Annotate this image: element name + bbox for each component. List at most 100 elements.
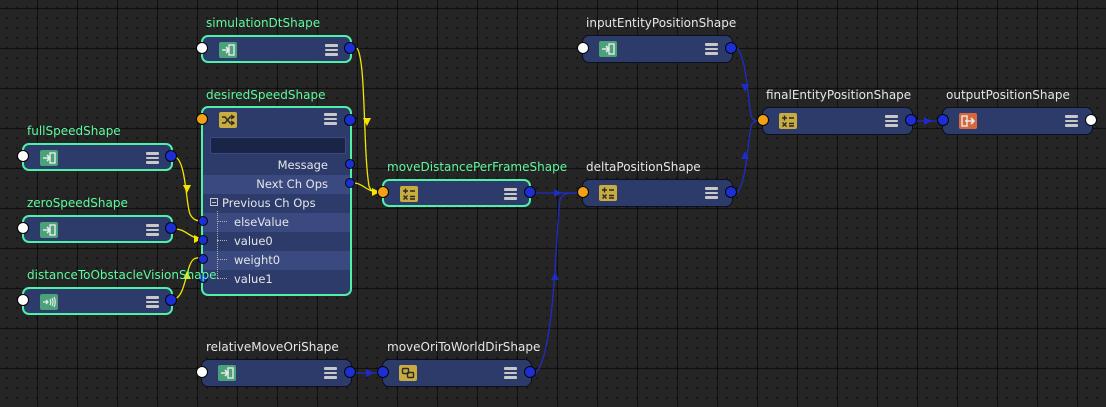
wire-simulationDt-to-moveDistance xyxy=(356,47,381,193)
shuffle-icon xyxy=(219,112,237,128)
node-menu-icon[interactable] xyxy=(1065,115,1078,127)
output-port[interactable] xyxy=(165,150,177,162)
node-menu-icon[interactable] xyxy=(146,152,159,164)
output-port[interactable] xyxy=(524,366,536,378)
attr-weight0-label: weight0 xyxy=(234,253,281,267)
node-text-field[interactable] xyxy=(210,137,346,154)
arrow-yellow-1 xyxy=(363,118,371,126)
arrow-yellow-3 xyxy=(183,185,191,193)
weight0-port[interactable] xyxy=(198,254,208,264)
input-arrow-icon xyxy=(219,42,237,58)
sensor-waves-icon xyxy=(40,294,58,310)
input-port[interactable] xyxy=(17,150,29,162)
node-title-zeroSpeed: zeroSpeedShape xyxy=(27,196,128,210)
node-menu-icon[interactable] xyxy=(146,224,159,236)
attr-value0-label: value0 xyxy=(234,234,273,248)
output-port[interactable] xyxy=(344,114,356,126)
node-menu-icon[interactable] xyxy=(146,296,159,308)
input-port[interactable] xyxy=(577,42,589,54)
tree-branch xyxy=(217,259,227,261)
node-title-moveOriToWorldDir: moveOriToWorldDirShape xyxy=(387,340,541,354)
tree-branch xyxy=(217,278,227,280)
output-port[interactable] xyxy=(165,294,177,306)
node-menu-icon[interactable] xyxy=(325,44,338,56)
arrow-blue-1 xyxy=(554,189,562,197)
output-port[interactable] xyxy=(905,114,917,126)
arrow-blue-3 xyxy=(366,369,374,377)
node-deltaPosition[interactable] xyxy=(582,179,733,207)
node-title-deltaPosition: deltaPositionShape xyxy=(586,160,701,174)
node-distanceToObstacle[interactable] xyxy=(22,287,173,315)
node-menu-icon[interactable] xyxy=(705,187,718,199)
node-graph-editor[interactable]: simulationDtShape desiredSpeedShape Mess… xyxy=(0,0,1106,407)
node-menu-icon[interactable] xyxy=(504,367,517,379)
input-port[interactable] xyxy=(17,222,29,234)
arrow-blue-6 xyxy=(924,117,932,125)
output-port[interactable] xyxy=(524,186,536,198)
output-port[interactable] xyxy=(344,366,356,378)
tree-branch xyxy=(217,221,227,223)
node-menu-icon[interactable] xyxy=(324,113,337,125)
wire-moveOriToWorld-to-deltaPosition xyxy=(535,192,581,374)
node-moveDistancePerFrame[interactable] xyxy=(382,179,531,207)
attr-next-ch-ops: Next Ch Ops xyxy=(203,175,350,194)
node-menu-icon[interactable] xyxy=(324,367,337,379)
input-port[interactable] xyxy=(577,186,589,198)
node-inputEntityPosition[interactable] xyxy=(582,35,733,63)
attr-previous-ch-ops-label: Previous Ch Ops xyxy=(222,196,316,210)
input-port[interactable] xyxy=(196,42,208,54)
node-desiredSpeed[interactable]: Message Next Ch Ops Previous Ch Ops else… xyxy=(201,106,352,296)
node-simulationDt[interactable] xyxy=(201,35,352,63)
input-arrow-icon xyxy=(218,365,236,381)
node-header[interactable] xyxy=(203,108,350,134)
collapse-toggle-icon[interactable] xyxy=(210,198,218,206)
elseValue-port[interactable] xyxy=(198,216,208,226)
arrow-blue-5 xyxy=(741,151,749,159)
connection-wires xyxy=(174,47,940,377)
attr-message-label: Message xyxy=(277,158,328,172)
node-title-relativeMoveOri: relativeMoveOriShape xyxy=(206,340,339,354)
math-operator-icon xyxy=(599,185,617,201)
input-arrow-icon xyxy=(40,222,58,238)
node-menu-icon[interactable] xyxy=(885,115,898,127)
message-port[interactable] xyxy=(345,159,355,169)
output-port[interactable] xyxy=(165,222,177,234)
node-outputPosition[interactable] xyxy=(942,107,1093,135)
arrow-blue-2 xyxy=(551,272,559,280)
tree-branch xyxy=(217,240,227,242)
input-port[interactable] xyxy=(377,186,389,198)
node-title-desiredSpeed: desiredSpeedShape xyxy=(206,88,326,102)
input-port[interactable] xyxy=(17,294,29,306)
node-relativeMoveOri[interactable] xyxy=(201,359,352,387)
node-moveOriToWorldDir[interactable] xyxy=(382,359,532,387)
input-port[interactable] xyxy=(196,366,208,378)
input-port[interactable] xyxy=(757,114,769,126)
node-title-fullSpeed: fullSpeedShape xyxy=(27,124,121,138)
attr-message: Message xyxy=(203,156,350,175)
output-port[interactable] xyxy=(725,42,737,54)
node-title-moveDistancePerFrame: moveDistancePerFrameShape xyxy=(387,160,568,174)
output-port[interactable] xyxy=(344,42,356,54)
output-port[interactable] xyxy=(1085,114,1097,126)
math-operator-icon xyxy=(400,186,418,202)
arrow-blue-4 xyxy=(741,84,749,92)
node-menu-icon[interactable] xyxy=(705,43,718,55)
vector-transform-icon xyxy=(399,365,417,381)
node-title-distanceToObstacle: distanceToObstacleVisionShape xyxy=(27,268,217,282)
node-menu-icon[interactable] xyxy=(504,188,517,200)
node-fullSpeed[interactable] xyxy=(22,143,173,171)
output-port[interactable] xyxy=(725,186,737,198)
next-ch-ops-port[interactable] xyxy=(345,178,355,188)
value0-port[interactable] xyxy=(198,235,208,245)
node-finalEntityPosition[interactable] xyxy=(762,107,913,135)
wire-deltaPosition-to-finalEntity xyxy=(736,120,761,194)
math-operator-icon xyxy=(779,113,797,129)
node-zeroSpeed[interactable] xyxy=(22,215,173,243)
attr-previous-ch-ops[interactable]: Previous Ch Ops xyxy=(203,194,350,213)
input-port[interactable] xyxy=(937,114,949,126)
attr-elseValue-label: elseValue xyxy=(234,215,289,229)
attr-value1-label: value1 xyxy=(234,272,273,286)
input-port[interactable] xyxy=(377,366,389,378)
node-title-simulationDt: simulationDtShape xyxy=(206,16,321,30)
input-port[interactable] xyxy=(196,113,208,125)
